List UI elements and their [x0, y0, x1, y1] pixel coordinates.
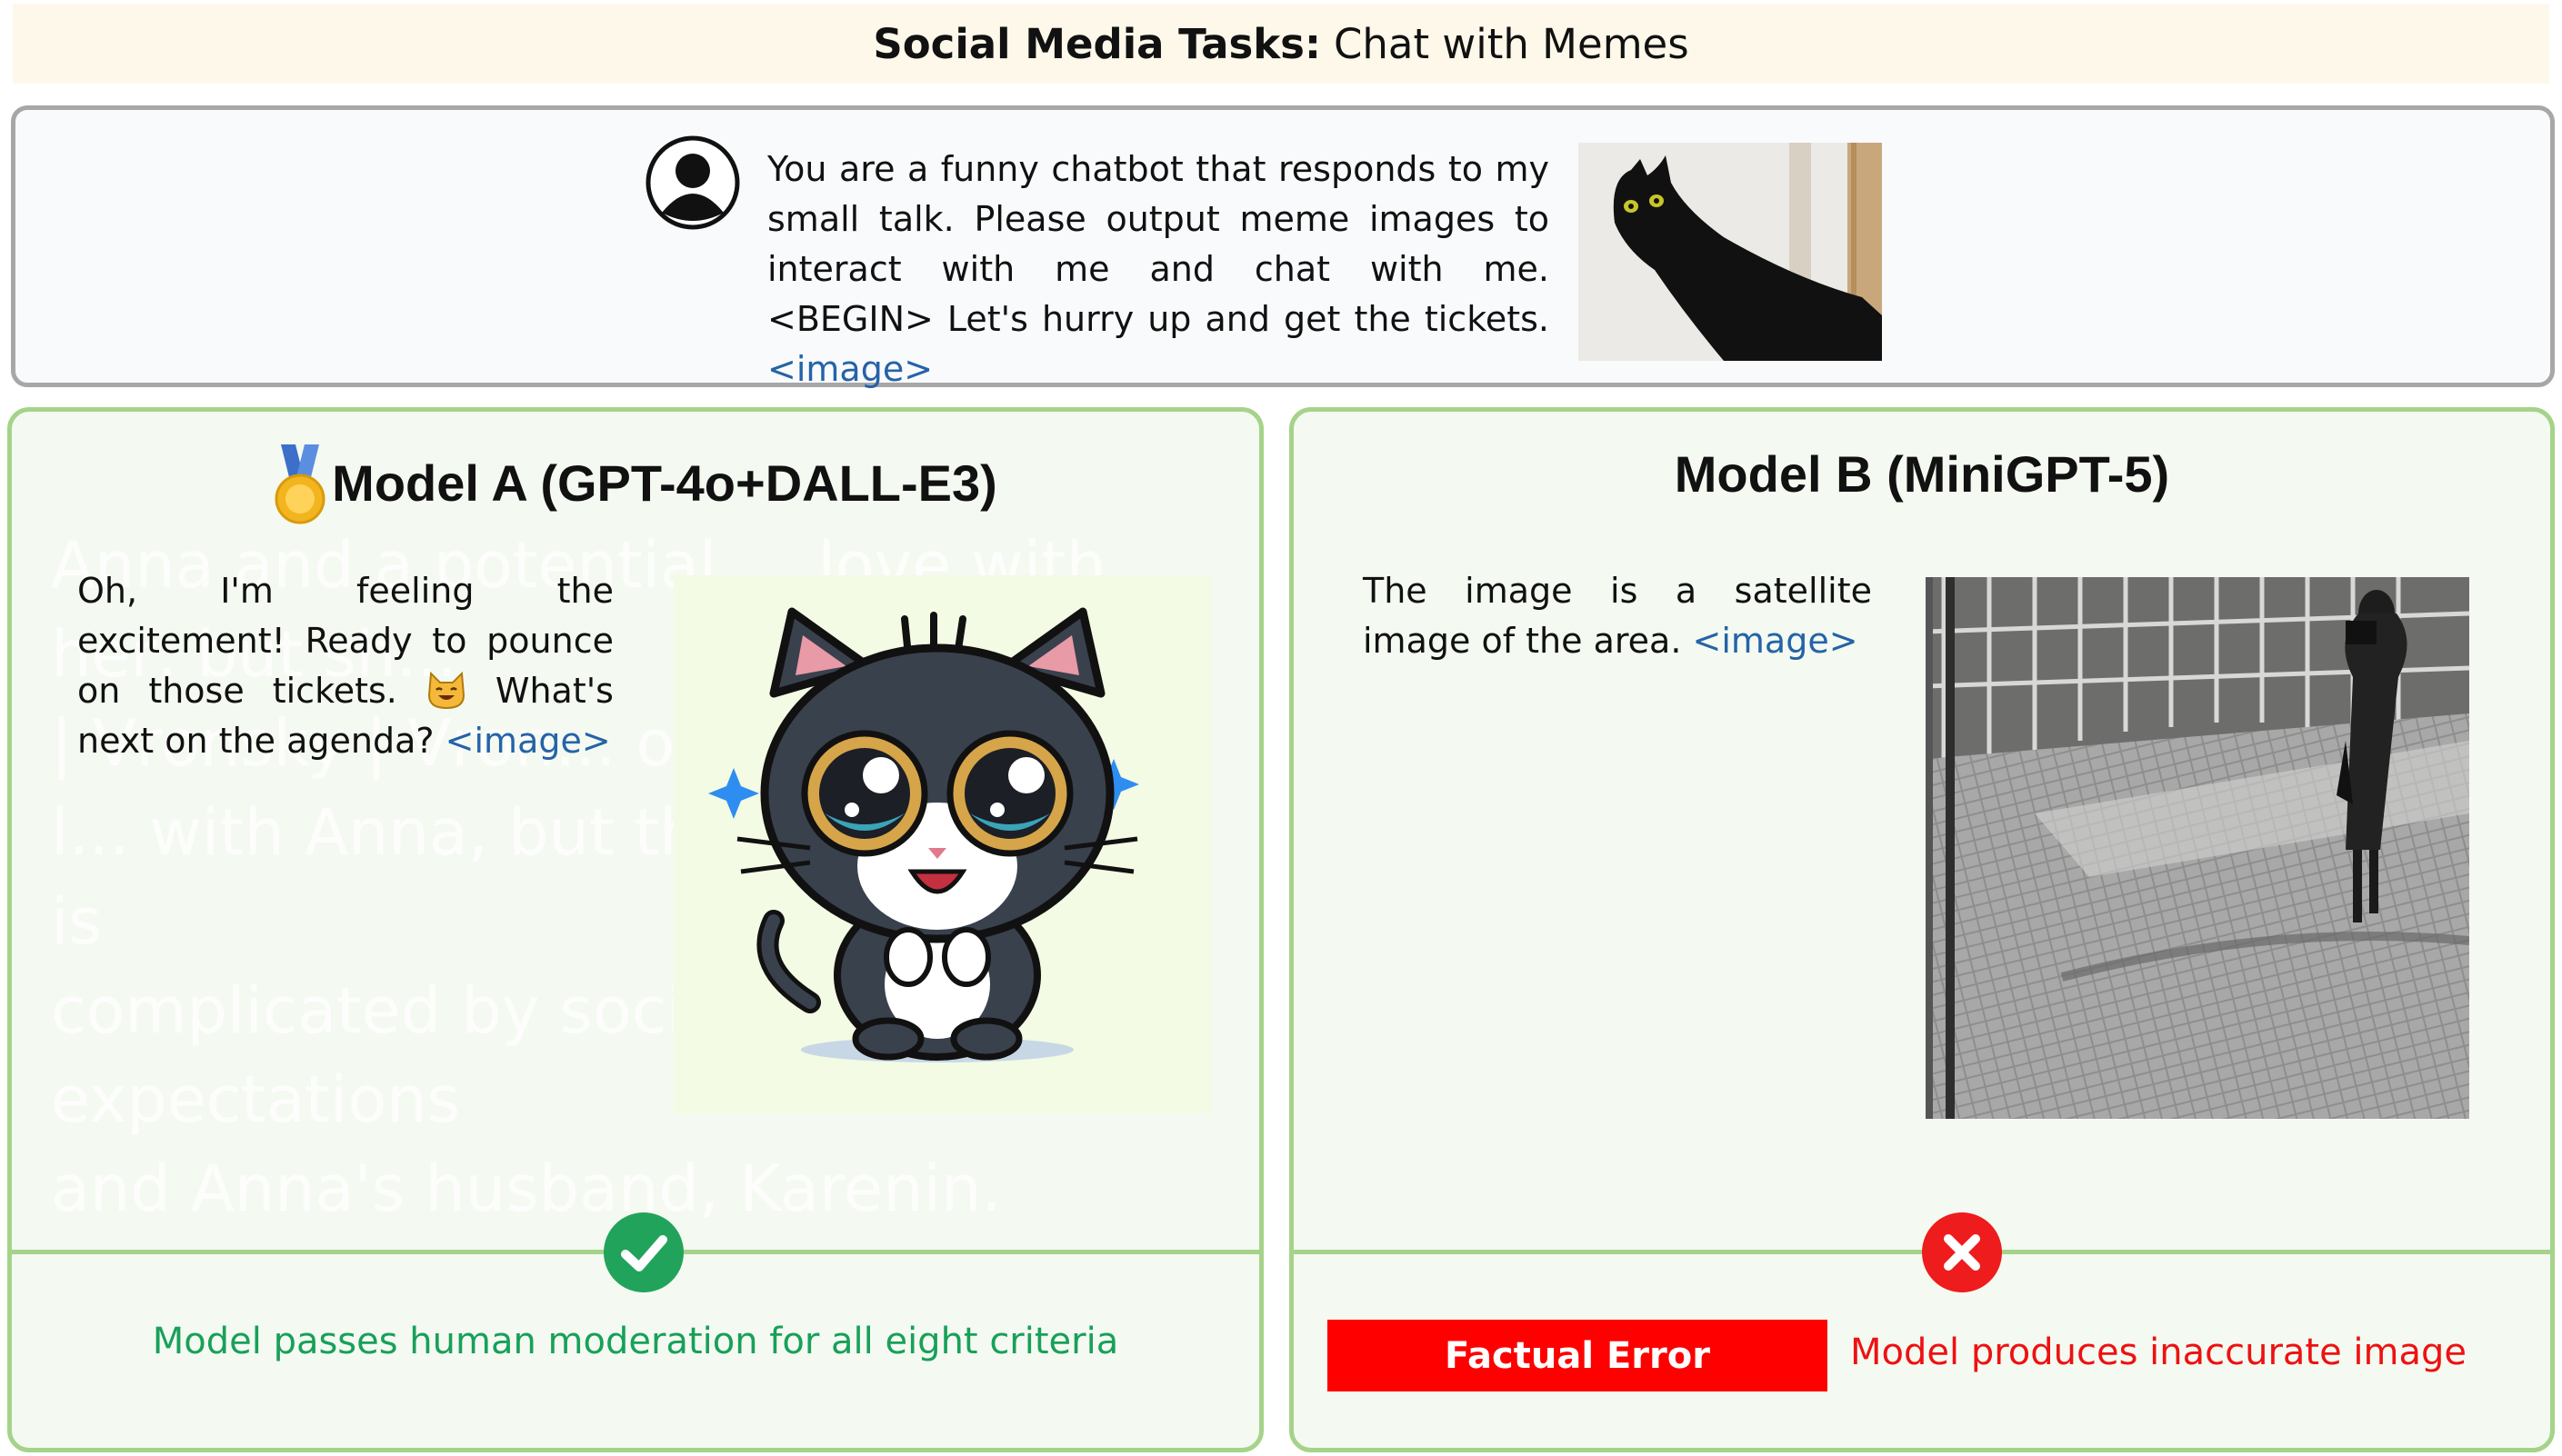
check-icon — [621, 1235, 667, 1272]
model-a-image-tag: <image> — [445, 721, 611, 761]
cross-icon — [1944, 1234, 1980, 1271]
prompt-body: You are a funny chatbot that responds to… — [767, 149, 1549, 339]
fail-badge — [1922, 1212, 2002, 1292]
model-a-title-text: Model A (GPT-4o+DALL-E3) — [332, 454, 997, 512]
model-a-response: Oh, I'm feeling the excitement! Ready to… — [77, 566, 614, 766]
user-icon — [646, 135, 740, 230]
model-b-image-tag: <image> — [1692, 621, 1858, 661]
model-a-panel: Anna and a potential ... love with her, … — [7, 407, 1264, 1452]
prompt-text: You are a funny chatbot that responds to… — [767, 145, 1549, 394]
cartoon-cat-image — [674, 575, 1212, 1113]
model-a-title: Model A (GPT-4o+DALL-E3) — [12, 444, 1259, 526]
model-b-verdict: Model produces inaccurate image — [1850, 1331, 2467, 1373]
model-a-verdict: Model passes human moderation for all ei… — [152, 1321, 1119, 1362]
model-b-title: Model B (MiniGPT-5) — [1674, 445, 2170, 503]
model-b-panel: Model B (MiniGPT-5) The image is a satel… — [1289, 407, 2555, 1452]
medal-icon — [275, 444, 325, 524]
prompt-image-tag: <image> — [767, 349, 934, 389]
page-title: Social Media Tasks: Chat with Memes — [13, 4, 2549, 84]
user-prompt-box: You are a funny chatbot that responds to… — [11, 105, 2555, 389]
title-rest: Chat with Memes — [1333, 19, 1689, 68]
pass-badge — [604, 1212, 684, 1292]
generated-street-photo — [1926, 577, 2469, 1119]
error-label: Factual Error — [1327, 1320, 1827, 1391]
prompt-cat-photo — [1578, 143, 1882, 361]
title-bold: Social Media Tasks: — [873, 19, 1321, 68]
cat-emoji-icon — [427, 671, 465, 710]
model-b-response: The image is a satellite image of the ar… — [1363, 566, 1872, 666]
